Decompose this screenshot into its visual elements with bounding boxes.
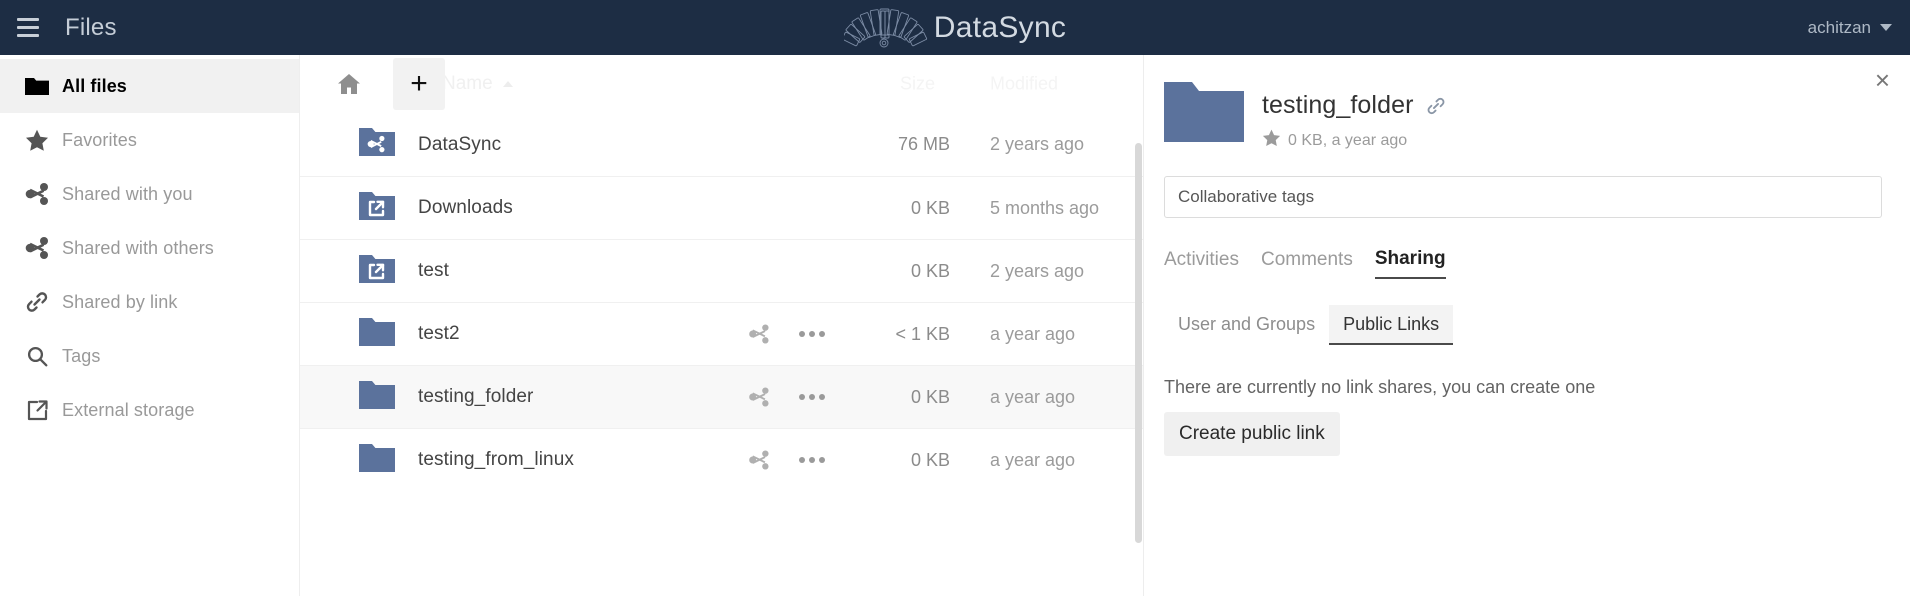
sharing-subtabs: User and Groups Public Links — [1164, 305, 1882, 345]
file-modified: a year ago — [990, 449, 1076, 470]
column-header-name-label: Name — [442, 73, 493, 94]
file-controls-bar: Name Size Modified + — [300, 55, 1143, 113]
file-name: test2 — [418, 323, 460, 344]
file-modified: a year ago — [990, 323, 1076, 344]
file-list-area: Name Size Modified + DataSync 76 MB 2 ye… — [300, 55, 1143, 596]
file-list-scrollbar[interactable] — [1135, 143, 1142, 543]
table-row[interactable]: testing_from_linux 0 KB a year ago — [300, 428, 1143, 491]
table-row[interactable]: DataSync 76 MB 2 years ago — [300, 113, 1143, 176]
create-public-link-button[interactable]: Create public link — [1164, 412, 1340, 456]
tab-sharing[interactable]: Sharing — [1374, 248, 1446, 279]
sidebar-item-shared-with-others[interactable]: Shared with others — [0, 221, 299, 275]
share-icon — [12, 183, 62, 205]
user-name-label: achitzan — [1807, 17, 1871, 37]
sidebar-label: Shared with you — [62, 183, 193, 204]
sidebar: All files Favorites Shared with you Shar… — [0, 55, 300, 596]
folder-icon — [12, 76, 62, 96]
sidebar-item-external-storage[interactable]: External storage — [0, 383, 299, 437]
file-size: 0 KB — [910, 386, 950, 407]
file-size: < 1 KB — [895, 323, 950, 344]
brand-name: DataSync — [933, 10, 1067, 44]
folder-icon — [358, 442, 402, 479]
chevron-down-icon — [1880, 24, 1892, 31]
file-size: 0 KB — [910, 449, 950, 470]
tab-activities[interactable]: Activities — [1164, 249, 1239, 278]
sidebar-item-shared-by-link[interactable]: Shared by link — [0, 275, 299, 329]
external-link-icon — [12, 399, 62, 422]
app-header: Files DataSync achitzan — [0, 0, 1910, 55]
home-icon[interactable] — [330, 65, 368, 103]
file-name: testing_from_linux — [418, 449, 574, 470]
column-header-size[interactable]: Size — [900, 74, 935, 95]
star-icon — [12, 129, 62, 152]
tab-comments[interactable]: Comments — [1261, 249, 1353, 278]
subtab-user-and-groups[interactable]: User and Groups — [1164, 305, 1329, 345]
search-icon — [12, 345, 62, 368]
folder-shared-icon — [358, 126, 402, 163]
sidebar-item-shared-with-you[interactable]: Shared with you — [0, 167, 299, 221]
no-shares-message: There are currently no link shares, you … — [1164, 377, 1596, 397]
file-modified: a year ago — [990, 386, 1076, 407]
link-icon[interactable] — [1426, 96, 1446, 116]
sidebar-item-tags[interactable]: Tags — [0, 329, 299, 383]
datasync-fan-logo-icon — [843, 8, 927, 47]
sort-ascending-icon — [502, 81, 513, 87]
hamburger-icon[interactable] — [0, 0, 55, 55]
file-name: Downloads — [418, 197, 513, 218]
sidebar-item-all-files[interactable]: All files — [0, 59, 299, 113]
column-header-name[interactable]: Name — [442, 73, 513, 95]
plus-icon: + — [410, 67, 428, 100]
sidebar-item-favorites[interactable]: Favorites — [0, 113, 299, 167]
close-icon[interactable]: × — [1875, 67, 1890, 93]
folder-icon — [1164, 82, 1244, 142]
sidebar-label: All files — [62, 75, 127, 96]
row-share-icon[interactable] — [742, 443, 776, 477]
link-icon — [12, 290, 62, 314]
sidebar-label: Favorites — [62, 129, 137, 150]
column-header-modified[interactable]: Modified — [990, 74, 1058, 95]
folder-external-icon — [358, 253, 402, 290]
collaborative-tags-input[interactable] — [1164, 176, 1882, 218]
row-share-icon[interactable] — [742, 317, 776, 351]
share-icon — [12, 237, 62, 259]
file-size: 0 KB — [910, 260, 950, 281]
table-row[interactable]: testing_folder 0 KB a year ago — [300, 365, 1143, 428]
row-more-actions-icon[interactable] — [795, 443, 829, 477]
user-menu[interactable]: achitzan — [1808, 0, 1892, 55]
sidebar-label: Shared with others — [62, 237, 214, 258]
file-name: test — [418, 260, 450, 281]
details-tabs: Activities Comments Sharing — [1164, 248, 1882, 279]
folder-icon — [358, 379, 402, 416]
details-info: testing_folder 0 KB, a year ago — [1262, 79, 1446, 152]
file-name: testing_folder — [418, 386, 534, 407]
file-modified: 5 months ago — [990, 197, 1100, 218]
file-modified: 2 years ago — [990, 134, 1085, 154]
file-size: 0 KB — [910, 197, 950, 218]
details-header: testing_folder 0 KB, a year ago — [1164, 73, 1882, 152]
details-subtitle-row: 0 KB, a year ago — [1262, 129, 1446, 152]
row-more-actions-icon[interactable] — [795, 380, 829, 414]
folder-icon — [358, 316, 402, 353]
star-icon[interactable] — [1262, 129, 1281, 152]
file-name: DataSync — [418, 133, 502, 155]
details-title-row: testing_folder — [1262, 91, 1446, 120]
sidebar-label: Tags — [62, 345, 101, 366]
file-size: 76 MB — [897, 134, 950, 154]
row-more-actions-icon[interactable] — [795, 317, 829, 351]
sidebar-label: Shared by link — [62, 291, 178, 312]
details-panel: × testing_folder 0 KB, a year ago Activ — [1143, 55, 1910, 596]
new-file-button[interactable]: + — [393, 58, 445, 110]
app-title: Files — [65, 13, 117, 41]
table-row[interactable]: test 0 KB 2 years ago — [300, 239, 1143, 302]
file-modified: 2 years ago — [990, 260, 1085, 281]
row-share-icon[interactable] — [742, 380, 776, 414]
folder-external-icon — [358, 190, 402, 227]
table-row[interactable]: Downloads 0 KB 5 months ago — [300, 176, 1143, 239]
table-row[interactable]: test2 < 1 KB a year ago — [300, 302, 1143, 365]
details-title: testing_folder — [1262, 91, 1414, 119]
brand-logo: DataSync — [0, 0, 1910, 55]
subtab-public-links[interactable]: Public Links — [1329, 305, 1454, 345]
details-subtitle: 0 KB, a year ago — [1288, 131, 1408, 149]
sidebar-label: External storage — [62, 399, 195, 420]
